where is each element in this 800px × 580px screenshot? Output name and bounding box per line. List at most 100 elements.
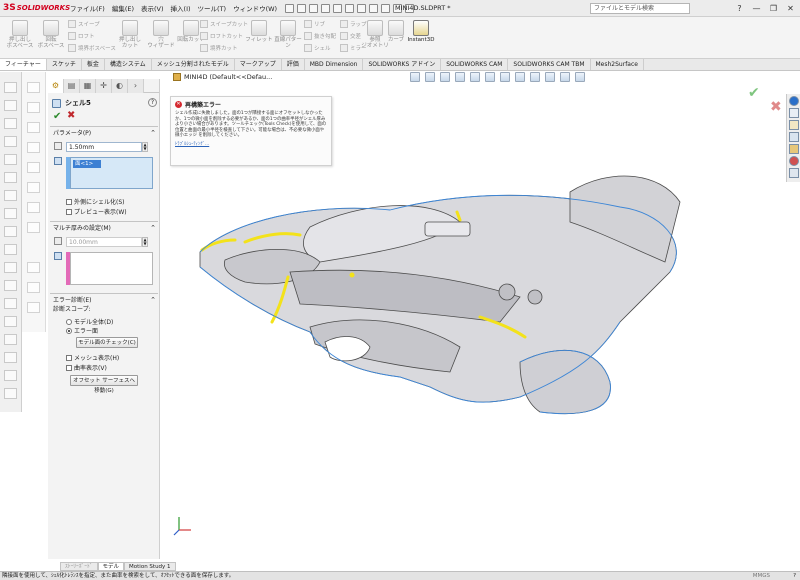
tab-mesh2surface[interactable]: Mesh2Surface xyxy=(591,59,644,70)
menu-tools[interactable]: ツール(T) xyxy=(198,3,227,13)
section-view-icon[interactable] xyxy=(455,72,465,82)
help-icon[interactable]: ? xyxy=(734,3,745,14)
close-button[interactable]: ✕ xyxy=(785,3,796,14)
view-palette-icon[interactable] xyxy=(789,132,799,142)
dimxpert-tab-icon[interactable]: ✛ xyxy=(96,79,112,93)
tab-cam[interactable]: SOLIDWORKS CAM xyxy=(441,59,509,70)
help-icon[interactable]: ? xyxy=(148,98,157,107)
zoom-to-fit-icon[interactable] xyxy=(410,72,420,82)
revolve-boss-button[interactable]: 回転 ボスベース xyxy=(36,20,66,49)
parameters-group-header[interactable]: パラメータ(P) ⌃ xyxy=(48,128,160,139)
dimension-tool-icon[interactable] xyxy=(4,244,17,255)
print-icon[interactable] xyxy=(345,3,355,13)
shell-item[interactable]: シェル xyxy=(304,44,331,52)
tool-a-icon[interactable] xyxy=(27,82,40,93)
line-tool-icon[interactable] xyxy=(4,100,17,111)
display-style-icon[interactable] xyxy=(500,72,510,82)
selected-face-item[interactable]: 面<1> xyxy=(73,160,101,168)
rib-item[interactable]: リブ xyxy=(304,20,325,28)
measure-tool-icon[interactable] xyxy=(4,388,17,399)
point-tool-icon[interactable] xyxy=(4,352,17,363)
intersect-item[interactable]: 交差 xyxy=(340,32,361,40)
hole-wizard-button[interactable]: 穴 ウィザード xyxy=(146,20,176,49)
tab-structure-system[interactable]: 構造システム xyxy=(105,59,152,70)
search-input[interactable]: ファイルとモデル検索 xyxy=(590,3,690,14)
sweep-cut-item[interactable]: スイープカット xyxy=(200,20,248,28)
status-help-icon[interactable]: ? xyxy=(793,572,796,580)
curves-button[interactable]: カーブ xyxy=(384,20,408,43)
feature-tree-breadcrumb[interactable]: MINI4D (Default<<Defau... xyxy=(173,73,272,81)
monitor-icon[interactable] xyxy=(575,72,585,82)
loft-cut-item[interactable]: ロフトカット xyxy=(200,32,243,40)
boundary-boss-item[interactable]: 境界ボスベース xyxy=(68,44,116,52)
tab-motion-study[interactable]: Motion Study 1 xyxy=(124,562,176,571)
tab-sketch[interactable]: スケッチ xyxy=(47,59,82,70)
scope-whole-model-radio[interactable]: モデル全体(D) xyxy=(66,317,113,326)
design-library-icon[interactable] xyxy=(789,108,799,118)
tab-mbd-dimension[interactable]: MBD Dimension xyxy=(305,59,364,70)
relation-tool-icon[interactable] xyxy=(4,262,17,273)
tool-b-icon[interactable] xyxy=(27,102,40,113)
menu-edit[interactable]: 編集(E) xyxy=(112,3,134,13)
solidworks-logo[interactable]: 3S SOLIDWORKS xyxy=(0,3,70,13)
tab-storyboard[interactable]: ｽﾄｰﾘｰﾎﾞｰﾄﾞ xyxy=(60,562,98,571)
boundary-cut-item[interactable]: 境界カット xyxy=(200,44,238,52)
dynamic-annotation-icon[interactable] xyxy=(470,72,480,82)
multi-thickness-group-header[interactable]: マルチ厚みの設定(M) ⌃ xyxy=(48,223,160,234)
more-tabs-icon[interactable]: › xyxy=(128,79,144,93)
display-manager-tab-icon[interactable]: ◐ xyxy=(112,79,128,93)
mirror-tool-icon[interactable] xyxy=(4,208,17,219)
multi-thickness-spinner[interactable]: ▲ ▼ xyxy=(142,237,148,247)
tool-d-icon[interactable] xyxy=(27,142,40,153)
tool-k-icon[interactable] xyxy=(27,302,40,313)
solidworks-resources-icon[interactable] xyxy=(789,96,799,106)
radio-whole-model[interactable] xyxy=(66,318,72,325)
show-curvature-box[interactable] xyxy=(66,364,72,371)
snap-tool-icon[interactable] xyxy=(4,298,17,309)
tool-c-icon[interactable] xyxy=(27,122,40,133)
select-icon[interactable] xyxy=(369,3,379,13)
show-preview-checkbox[interactable]: プレビュー表示(W) xyxy=(66,207,127,216)
extrude-boss-button[interactable]: 押し出し ボスベース xyxy=(4,20,36,49)
appearances-icon[interactable] xyxy=(789,144,799,154)
rebuild-icon[interactable] xyxy=(381,3,391,13)
draft-item[interactable]: 抜き勾配 xyxy=(304,32,336,40)
thickness-spinner[interactable]: ▲ ▼ xyxy=(142,142,148,152)
configuration-manager-tab-icon[interactable]: ▦ xyxy=(80,79,96,93)
linear-pattern-button[interactable]: 直線パターン xyxy=(272,20,304,49)
tab-markup[interactable]: マークアップ xyxy=(235,59,282,70)
check-model-faces-button[interactable]: モデル面のチェック(C) xyxy=(76,337,138,348)
sweep-item[interactable]: スイープ xyxy=(68,20,100,28)
home-icon[interactable] xyxy=(297,3,307,13)
faces-to-remove-list[interactable]: 面<1> xyxy=(70,157,153,189)
offset-tool-icon[interactable] xyxy=(4,190,17,201)
pin-icon[interactable] xyxy=(285,3,295,13)
go-to-offset-surface-button[interactable]: オフセット サーフェスへ移動(G) xyxy=(70,375,138,394)
menu-insert[interactable]: 挿入(I) xyxy=(171,3,191,13)
thickness-input[interactable]: 1.50mm xyxy=(66,142,142,152)
radio-error-face[interactable] xyxy=(66,327,72,334)
show-mesh-box[interactable] xyxy=(66,354,72,361)
tab-mesh-model[interactable]: メッシュ分割されたモデル xyxy=(152,59,235,70)
property-manager-tab-icon[interactable]: ▤ xyxy=(64,79,80,93)
menu-view[interactable]: 表示(V) xyxy=(141,3,164,13)
coordinate-tool-icon[interactable] xyxy=(4,370,17,381)
show-curvature-checkbox[interactable]: 曲率表示(V) xyxy=(66,363,107,372)
apply-scene-icon[interactable] xyxy=(545,72,555,82)
zoom-area-icon[interactable] xyxy=(425,72,435,82)
tab-sheet-metal[interactable]: 板金 xyxy=(82,59,105,70)
tool-f-icon[interactable] xyxy=(27,182,40,193)
instant3d-button[interactable]: Instant3D xyxy=(406,20,436,43)
spline-tool-icon[interactable] xyxy=(4,154,17,165)
tool-g-icon[interactable] xyxy=(27,202,40,213)
sketch-tool-icon[interactable] xyxy=(4,82,17,93)
tool-i-icon[interactable] xyxy=(27,262,40,273)
tab-evaluate[interactable]: 評価 xyxy=(282,59,305,70)
tab-addins[interactable]: SOLIDWORKS アドイン xyxy=(363,59,442,70)
shell-outward-checkbox[interactable]: 外側にシェル化(S) xyxy=(66,197,125,206)
plane-tool-icon[interactable] xyxy=(4,316,17,327)
file-explorer-icon[interactable] xyxy=(789,120,799,130)
tool-j-icon[interactable] xyxy=(27,282,40,293)
troubleshooting-link[interactable]: ﾄﾗﾌﾞﾙｼｭｰﾃｨﾝｸﾞ... xyxy=(175,141,327,147)
axis-tool-icon[interactable] xyxy=(4,334,17,345)
